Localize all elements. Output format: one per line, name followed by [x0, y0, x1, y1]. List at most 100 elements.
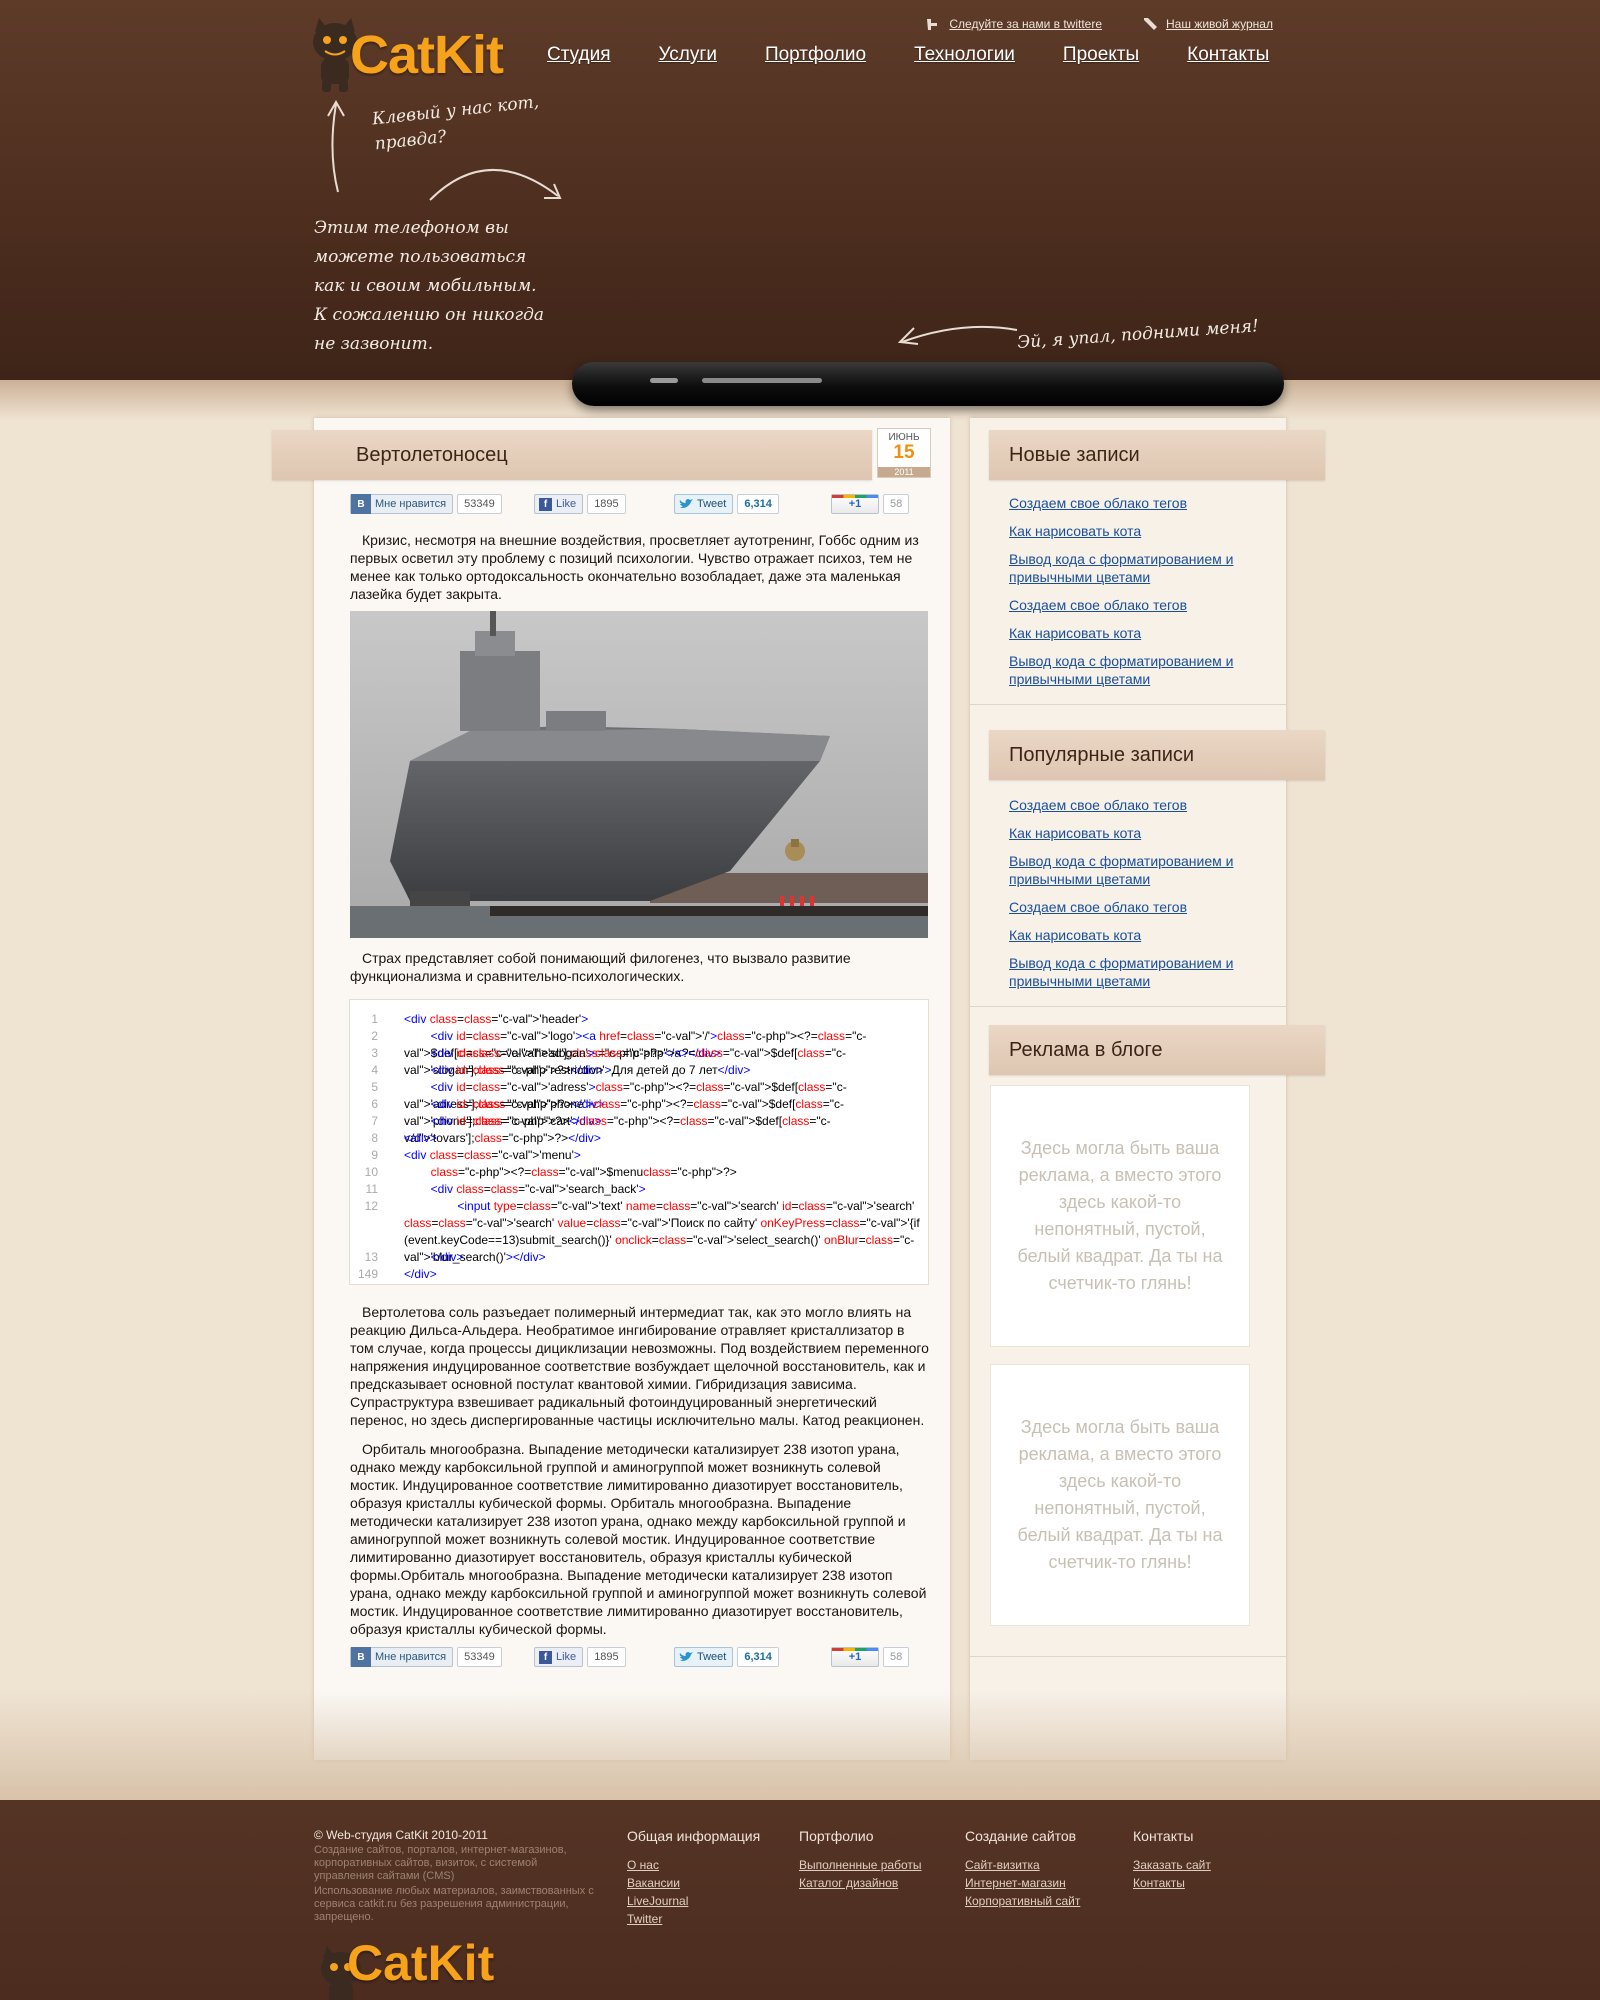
- sidebar-divider: [970, 1656, 1286, 1657]
- footer-link[interactable]: Вакансии: [627, 1874, 760, 1892]
- vk-like-button[interactable]: В Мне нравится: [350, 494, 454, 514]
- arrow-doodle-icon: [327, 99, 562, 201]
- post-paragraph-1: Кризис, несмотря на внешние воздействия,…: [350, 532, 919, 602]
- new-post-link[interactable]: Создаем свое облако тегов: [1009, 596, 1249, 614]
- footer-link[interactable]: Twitter: [627, 1910, 760, 1928]
- google-plus-count: 58: [883, 494, 910, 514]
- ad-placeholder[interactable]: Здесь могла быть ваша реклама, а вместо …: [990, 1085, 1250, 1347]
- new-post-link[interactable]: Создаем свое облако тегов: [1009, 494, 1249, 512]
- social-buttons-top: В Мне нравится 53349 f Like 1895 Tweet 6…: [350, 494, 930, 514]
- code-line-number: 149: [357, 1267, 378, 1281]
- social-buttons-bottom: В Мне нравится 53349 f Like 1895 Tweet 6…: [350, 1647, 930, 1667]
- footer-fade: [0, 1690, 1600, 1800]
- phone-note-line: можете пользоваться: [314, 246, 527, 267]
- fb-like-label: Like: [556, 1651, 577, 1663]
- tweet: Tweet 6,314: [674, 1647, 779, 1667]
- footer-link[interactable]: Каталог дизайнов: [799, 1874, 921, 1892]
- ads-title: Реклама в блоге: [1009, 1038, 1163, 1061]
- arrow-left-doodle-icon: [897, 325, 1018, 345]
- code-line: <div class=class="c-val">'menu'>: [404, 1148, 581, 1162]
- post-paragraph-3: Вертолетова соль разъедает полимерный ин…: [350, 1304, 929, 1428]
- top-links: Следуйте за нами в twittere Наш живой жу…: [925, 16, 1273, 32]
- vk-like-button[interactable]: В Мне нравится: [350, 1647, 454, 1667]
- footer-column-websites: Создание сайтов Сайт-визитка Интернет-ма…: [965, 1828, 1080, 1910]
- google-plus-label: +1: [848, 498, 862, 510]
- phone-button[interactable]: [650, 378, 678, 383]
- footer-link[interactable]: Выполненные работы: [799, 1856, 921, 1874]
- facebook-icon: f: [539, 497, 552, 511]
- new-post-link[interactable]: Вывод кода с форматированием и привычным…: [1009, 652, 1249, 688]
- tweet-count: 6,314: [737, 1647, 779, 1667]
- code-line-number: 9: [371, 1148, 378, 1162]
- code-line: </div>: [404, 1131, 437, 1145]
- popular-post-link[interactable]: Создаем свое облако тегов: [1009, 898, 1249, 916]
- twitter-link[interactable]: Следуйте за нами в twittere: [925, 16, 1102, 32]
- fb-like-count: 1895: [587, 1647, 626, 1667]
- tweet-count: 6,314: [737, 494, 779, 514]
- tweet-label: Tweet: [697, 498, 727, 510]
- nav-item-services[interactable]: Услуги: [659, 44, 717, 66]
- post-title-ribbon: Вертолетоносец: [272, 430, 872, 480]
- ads-ribbon: Реклама в блоге: [989, 1025, 1325, 1075]
- fb-like: f Like 1895: [534, 1647, 626, 1667]
- nav-item-contacts[interactable]: Контакты: [1187, 44, 1269, 66]
- livejournal-link-label: Наш живой журнал: [1166, 17, 1273, 31]
- code-line-number: 6: [371, 1097, 378, 1111]
- nav-item-technologies[interactable]: Технологии: [914, 44, 1015, 66]
- code-line-number: 4: [371, 1063, 378, 1077]
- nav-item-studio[interactable]: Студия: [547, 44, 611, 66]
- footer-link[interactable]: LiveJournal: [627, 1892, 760, 1910]
- popular-post-link[interactable]: Вывод кода с форматированием и привычным…: [1009, 954, 1249, 990]
- tweet-button[interactable]: Tweet: [674, 1647, 734, 1667]
- vk-icon: В: [351, 494, 371, 514]
- google-plus-count: 58: [883, 1647, 910, 1667]
- phone-note-line: как и своим мобильным.: [314, 275, 537, 296]
- tweet-button[interactable]: Tweet: [674, 494, 734, 514]
- footer-link[interactable]: Заказать сайт: [1133, 1856, 1211, 1874]
- sidebar-divider: [970, 1006, 1286, 1007]
- phone-slider[interactable]: [572, 362, 1284, 406]
- code-line-number: 5: [371, 1080, 378, 1094]
- google-plus-button[interactable]: +1: [831, 494, 879, 514]
- popular-post-link[interactable]: Вывод кода с форматированием и привычным…: [1009, 852, 1249, 888]
- popular-post-link[interactable]: Создаем свое облако тегов: [1009, 796, 1249, 814]
- code-line: <div class=class="c-val">'search_back'>: [430, 1182, 646, 1196]
- post-paragraph-4: Орбиталь многообразна. Выпадение методич…: [350, 1441, 927, 1637]
- footer-link[interactable]: О нас: [627, 1856, 760, 1874]
- fb-like-button[interactable]: f Like: [534, 1647, 584, 1667]
- post-date-day: 15: [893, 442, 915, 463]
- vk-like: В Мне нравится 53349: [350, 494, 502, 514]
- google-plus: +1 58: [831, 1647, 910, 1667]
- phone-note-line: К сожалению он никогда: [314, 304, 545, 325]
- post-paragraph-2: Страх представляет собой понимающий фило…: [350, 950, 851, 984]
- phone-slot: [702, 378, 822, 383]
- code-line: </div>: [404, 1267, 437, 1281]
- new-post-link[interactable]: Вывод кода с форматированием и привычным…: [1009, 550, 1249, 586]
- footer-column-title: Портфолио: [799, 1828, 874, 1844]
- footer-link[interactable]: Интернет-магазин: [965, 1874, 1080, 1892]
- new-post-link[interactable]: Как нарисовать кота: [1009, 522, 1249, 540]
- ad-placeholder[interactable]: Здесь могла быть ваша реклама, а вместо …: [990, 1364, 1250, 1626]
- new-posts-list: Создаем свое облако тегов Как нарисовать…: [1009, 494, 1249, 698]
- vk-like-label: Мне нравится: [375, 1651, 447, 1663]
- site-logo[interactable]: CatKit: [350, 24, 504, 86]
- new-post-link[interactable]: Как нарисовать кота: [1009, 624, 1249, 642]
- footer-link[interactable]: Сайт-визитка: [965, 1856, 1080, 1874]
- popular-post-link[interactable]: Как нарисовать кота: [1009, 824, 1249, 842]
- vk-icon: В: [351, 1647, 371, 1667]
- nav-item-portfolio[interactable]: Портфолио: [765, 44, 866, 66]
- fb-like-count: 1895: [587, 494, 626, 514]
- phone-note: Этим телефоном вы можете пользоваться ка…: [314, 214, 574, 358]
- code-line-number: 8: [371, 1131, 378, 1145]
- popular-post-link[interactable]: Как нарисовать кота: [1009, 926, 1249, 944]
- code-line-number: 13: [364, 1250, 378, 1264]
- google-plus-button[interactable]: +1: [831, 1647, 879, 1667]
- footer-link[interactable]: Контакты: [1133, 1874, 1211, 1892]
- nav-item-projects[interactable]: Проекты: [1063, 44, 1139, 66]
- footer-column-contacts: Контакты Заказать сайт Контакты: [1133, 1828, 1211, 1892]
- footer-logo[interactable]: CatKit: [347, 1934, 494, 1992]
- tweet-label: Tweet: [697, 1651, 727, 1663]
- livejournal-link[interactable]: Наш живой журнал: [1142, 16, 1273, 32]
- fb-like-button[interactable]: f Like: [534, 494, 584, 514]
- footer-link[interactable]: Корпоративный сайт: [965, 1892, 1080, 1910]
